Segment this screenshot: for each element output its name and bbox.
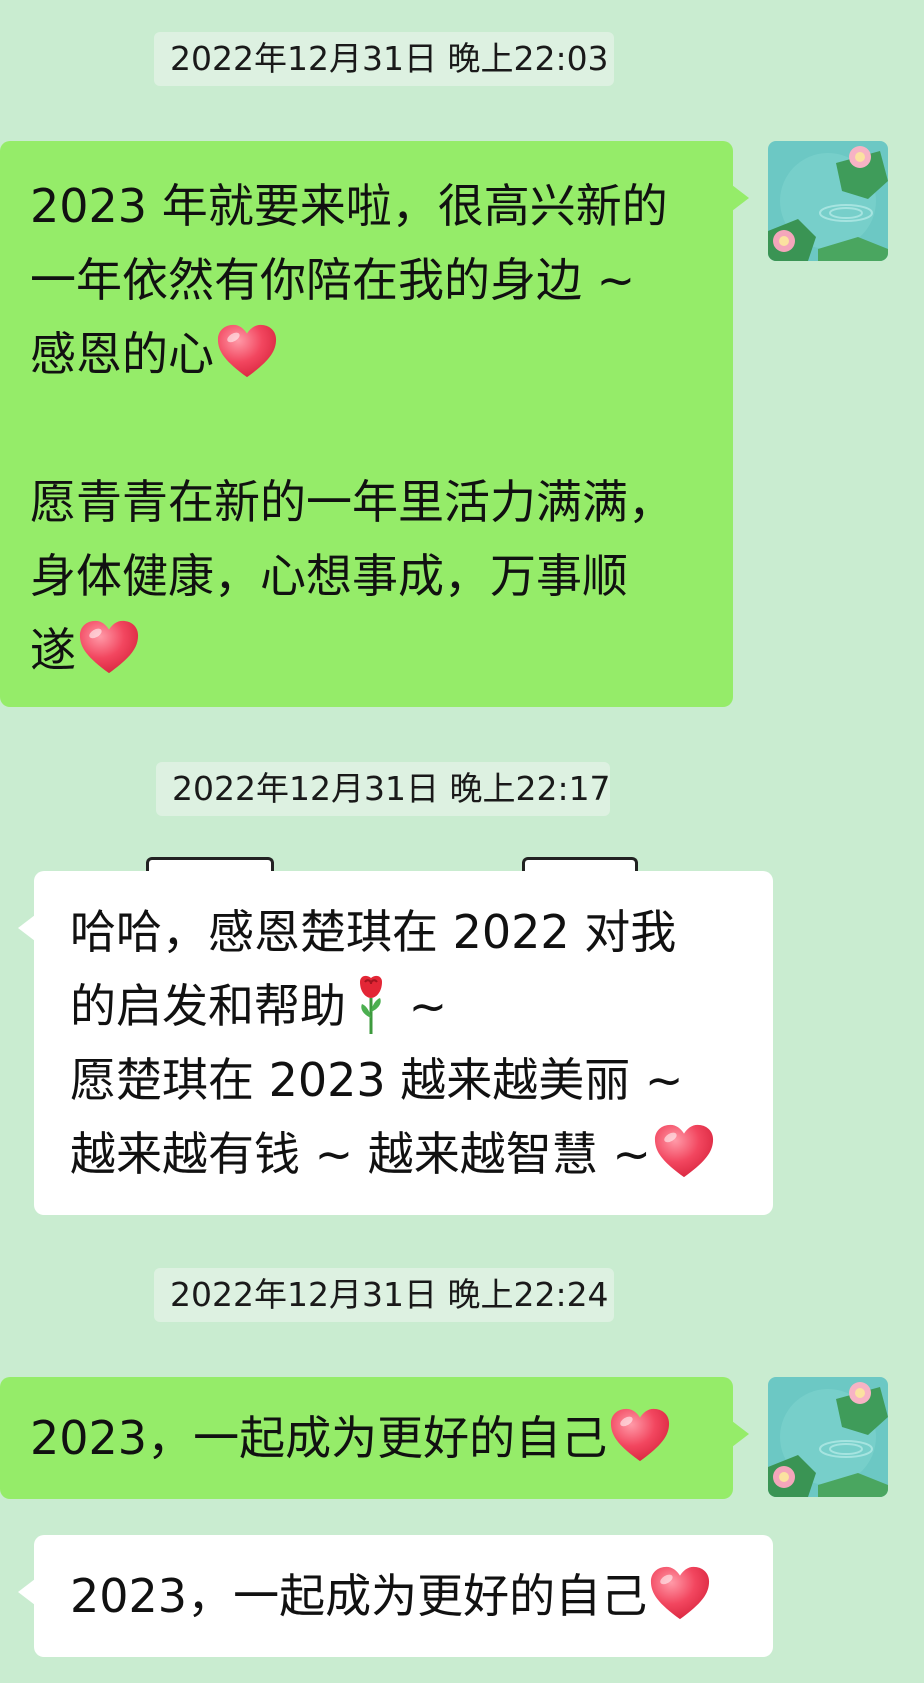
rose-emoji-icon — [360, 975, 382, 1034]
heart-emoji-icon — [653, 1122, 715, 1180]
timestamp: 2022年12月31日 晚上22:03 — [154, 32, 614, 86]
message-line: 愿青青在新的一年里活力满满， — [30, 475, 674, 529]
message-line: 愿楚琪在 2023 越来越美丽 ~ — [70, 1053, 684, 1107]
heart-emoji-icon — [649, 1564, 711, 1622]
received-message-bubble[interactable]: 哈哈，感恩楚琪在 2022 对我 的启发和帮助 ~ 愿楚琪在 2023 越来越美… — [18, 871, 773, 1215]
received-message-bubble[interactable]: 2023，一起成为更好的自己 — [18, 1535, 773, 1657]
message-line: ~ — [394, 979, 448, 1033]
message-line: 哈哈，感恩楚琪在 2022 对我 — [70, 905, 677, 959]
heart-emoji-icon — [78, 618, 140, 676]
sent-message-bubble[interactable]: 2023 年就要来啦，很高兴新的 一年依然有你陪在我的身边 ~ 感恩的心 愿青青… — [0, 141, 749, 707]
message-line: 2023，一起成为更好的自己 — [70, 1569, 648, 1623]
timestamp: 2022年12月31日 晚上22:24 — [154, 1268, 614, 1322]
heart-emoji-icon — [216, 322, 278, 380]
message-line: 2023，一起成为更好的自己 — [30, 1411, 608, 1465]
message-line: 越来越有钱 ~ 越来越智慧 ~ — [70, 1127, 651, 1181]
avatar[interactable] — [768, 141, 888, 261]
sent-message-bubble[interactable]: 2023，一起成为更好的自己 — [0, 1377, 749, 1499]
timestamp: 2022年12月31日 晚上22:17 — [156, 762, 611, 816]
avatar[interactable] — [768, 1377, 888, 1497]
message-line: 身体健康，心想事成，万事顺 — [30, 549, 628, 603]
message-line: 感恩的心 — [30, 327, 214, 381]
message-line: 的启发和帮助 — [70, 979, 346, 1033]
heart-emoji-icon — [609, 1406, 671, 1464]
message-line: 一年依然有你陪在我的身边 ~ — [30, 253, 636, 307]
message-line: 2023 年就要来啦，很高兴新的 — [30, 179, 668, 233]
message-line: 遂 — [30, 623, 76, 677]
